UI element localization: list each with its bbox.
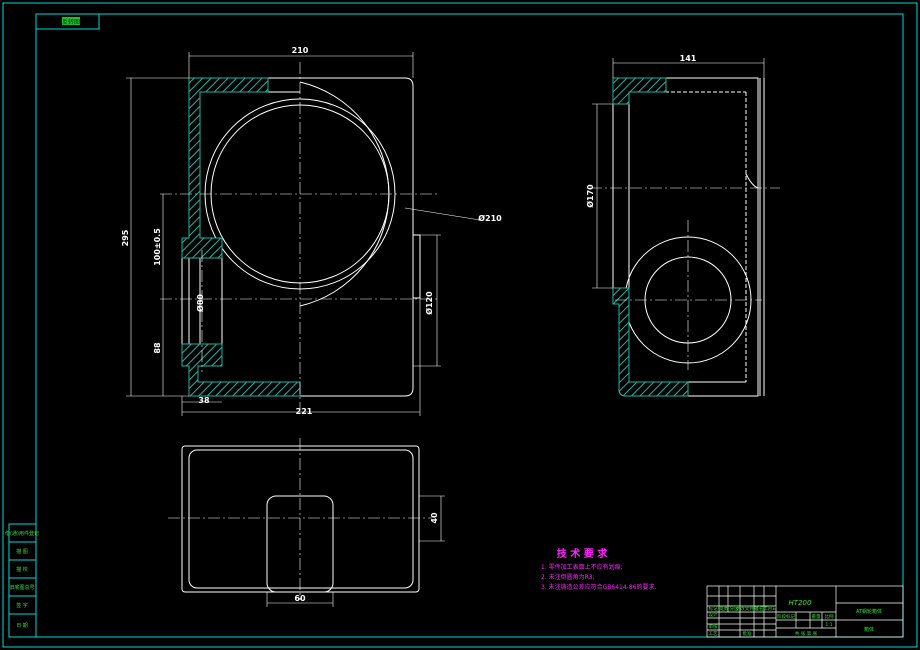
front-outline bbox=[188, 77, 421, 397]
tb-part-name: AT蜗轮箱体 bbox=[856, 608, 882, 615]
front-dim-text: 210 295 100±0.5 88 38 221 Ø210 Ø80 Ø120 bbox=[121, 46, 502, 416]
tb-role-design: 设计 bbox=[709, 611, 718, 618]
tb-stage-weight: 重量 bbox=[812, 613, 821, 620]
strip-label-3: 描 校 bbox=[16, 566, 28, 573]
tb-role-process: 工艺 bbox=[709, 631, 718, 637]
side-break-curve bbox=[745, 173, 759, 189]
top-view bbox=[181, 445, 420, 593]
side-dim-left: Ø170 bbox=[585, 184, 595, 208]
tech-title: 技 术 要 求 bbox=[557, 547, 608, 560]
top-dim-text: 40 60 bbox=[294, 512, 439, 603]
corner-tag: 反转图 bbox=[35, 13, 100, 30]
front-hatch-bottom-left bbox=[181, 343, 301, 397]
tb-scale-value: 1:1 bbox=[825, 622, 832, 628]
top-outline-outer bbox=[181, 445, 420, 593]
corner-tag-text: 反转图 bbox=[62, 18, 80, 26]
tb-label-sign: 签名 bbox=[755, 605, 764, 612]
tb-role-review: 审核 bbox=[709, 623, 718, 630]
front-centerlines bbox=[160, 62, 440, 410]
front-dim-circle: Ø210 bbox=[478, 213, 502, 223]
front-hatching bbox=[181, 77, 301, 397]
strip-label-6: 日 期 bbox=[16, 623, 28, 629]
front-hatch-top-left bbox=[181, 77, 269, 259]
tb-stage-scale: 比例 bbox=[825, 613, 834, 620]
front-dim-bore-small: Ø80 bbox=[195, 294, 205, 312]
side-hatch-top bbox=[612, 77, 667, 105]
tb-sheet-info: 共 张 第 张 bbox=[795, 630, 818, 637]
tb-role-approve: 批准 bbox=[743, 630, 752, 637]
front-dim-lower: 88 bbox=[153, 342, 162, 354]
side-dim-top: 141 bbox=[680, 54, 697, 63]
front-dim-bore-right: Ø120 bbox=[424, 291, 434, 315]
tech-item-3: 3. 未注铸造公差应符合GB6414-86的要求. bbox=[541, 583, 656, 591]
tb-label-date: 年月日 bbox=[763, 605, 777, 612]
strip-label-2: 描 图 bbox=[16, 548, 28, 555]
outer-border bbox=[2, 2, 918, 648]
front-dim-center-offset: 100±0.5 bbox=[153, 228, 162, 266]
side-hatching bbox=[612, 77, 689, 397]
inner-border bbox=[35, 13, 904, 638]
side-dim-text: 141 Ø170 bbox=[585, 54, 697, 208]
side-view bbox=[612, 77, 765, 397]
top-dim-bottom: 60 bbox=[294, 594, 306, 603]
drawing-sheet: 反转图 210 295 100±0.5 88 38 221 Ø210 Ø80 Ø… bbox=[2, 2, 918, 648]
front-dim-top: 210 bbox=[292, 46, 309, 55]
strip-label-5: 签 字 bbox=[16, 602, 28, 609]
strip-label-1: 借(通)用件登记 bbox=[5, 530, 39, 537]
tb-part-no: 箱体 bbox=[864, 626, 874, 633]
top-centerlines bbox=[168, 438, 432, 600]
front-dim-bottom: 221 bbox=[296, 407, 313, 416]
tb-label-count: 处数 bbox=[720, 605, 729, 612]
tech-item-1: 1. 零件加工表面上不应有划痕; bbox=[541, 563, 623, 571]
tb-material: HT200 bbox=[789, 599, 812, 607]
strip-label-4: 旧底图总号 bbox=[9, 584, 34, 591]
left-strip: 借(通)用件登记 描 图 描 校 旧底图总号 签 字 日 期 bbox=[5, 523, 39, 638]
front-dim-bottom-small: 38 bbox=[198, 396, 210, 405]
top-dim-right: 40 bbox=[430, 512, 439, 524]
tb-label-mark: 标记 bbox=[709, 605, 718, 612]
title-block: 标记 处数 分区 更改文件号 签名 年月日 设计 审核 工艺 批准 阶段标记 重… bbox=[706, 585, 904, 638]
tech-item-2: 2. 未注倒圆角为R3; bbox=[541, 573, 595, 581]
front-dimensions bbox=[126, 52, 481, 416]
front-dim-left: 295 bbox=[121, 229, 130, 246]
tb-stage-mark: 阶段标记 bbox=[777, 613, 795, 620]
top-outline-inner bbox=[188, 449, 414, 589]
tech-requirements: 技 术 要 求 1. 零件加工表面上不应有划痕; 2. 未注倒圆角为R3; 3.… bbox=[541, 547, 656, 591]
